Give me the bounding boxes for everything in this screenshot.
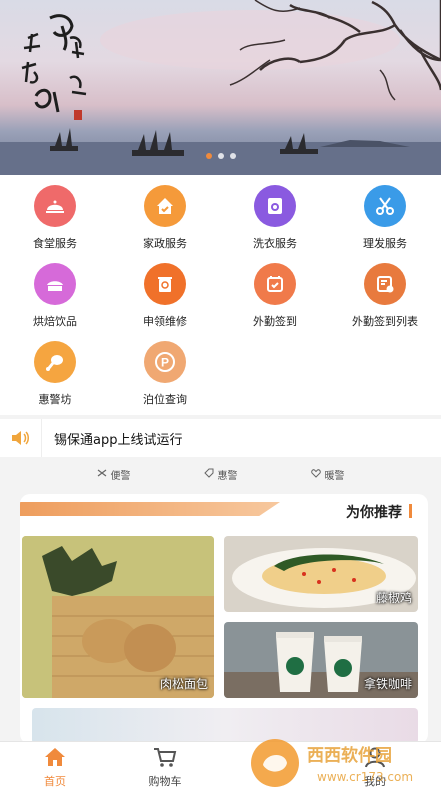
tag-label: 惠警 [217, 470, 238, 482]
list-clock-icon [364, 263, 406, 305]
service-item-field-checkin[interactable]: 外勤签到 [220, 263, 330, 337]
tab-home[interactable]: 首页 [20, 746, 90, 789]
tag-label: 暖警 [324, 470, 345, 482]
recycle-bin-icon [144, 263, 186, 305]
watermark-url: www.cr173.com [317, 770, 413, 784]
recommend-section: 为你推荐 肉松面包 藤椒鸡 拿铁咖啡 [20, 494, 428, 744]
product-card-chicken[interactable]: 藤椒鸡 [224, 536, 418, 612]
service-item-parking[interactable]: P 泊位查询 [110, 341, 220, 415]
service-label: 申领维修 [143, 315, 187, 328]
home-icon [42, 746, 68, 771]
house-icon [144, 185, 186, 227]
service-item-repair[interactable]: 申领维修 [110, 263, 220, 337]
product-name: 肉松面包 [159, 677, 208, 691]
product-card-latte[interactable]: 拿铁咖啡 [224, 622, 418, 698]
cart-icon [152, 746, 178, 771]
product-name: 藤椒鸡 [375, 591, 412, 605]
carousel-dot[interactable] [218, 153, 224, 159]
carousel-dot[interactable] [206, 153, 212, 159]
shuffle-icon [97, 468, 107, 481]
product-name: 拿铁咖啡 [363, 677, 412, 691]
service-item-canteen[interactable]: 食堂服务 [0, 185, 110, 259]
tab-cart[interactable]: 购物车 [130, 746, 200, 789]
service-label: 外勤签到列表 [352, 315, 418, 328]
tag-huijing[interactable]: 惠警 [203, 467, 238, 482]
service-label: 食堂服务 [33, 237, 77, 250]
heart-icon [310, 468, 321, 481]
header-decoration [20, 502, 280, 516]
service-item-bakery[interactable]: 烘焙饮品 [0, 263, 110, 337]
service-item-housekeeping[interactable]: 家政服务 [110, 185, 220, 259]
cloche-icon [34, 185, 76, 227]
service-grid: 食堂服务 家政服务 洗衣服务 理发服务 烘焙饮品 申领维修 外勤签到 外勤签到列… [0, 175, 441, 415]
service-label: 理发服务 [363, 237, 407, 250]
speaker-icon [0, 419, 42, 457]
service-label: 烘焙饮品 [33, 315, 77, 328]
tag-icon [203, 468, 214, 481]
service-label: 泊位查询 [143, 393, 187, 406]
calligraphy-art [21, 14, 87, 120]
section-title: 为你推荐 [346, 505, 402, 521]
service-item-haircut[interactable]: 理发服务 [330, 185, 440, 259]
chicken-leg-icon [34, 341, 76, 383]
tag-nuanjing[interactable]: 暖警 [310, 467, 345, 482]
cake-icon [34, 263, 76, 305]
watermark-logo: 西西软件园 www.cr173.com [251, 739, 413, 787]
service-item-laundry[interactable]: 洗衣服务 [220, 185, 330, 259]
service-label: 家政服务 [143, 237, 187, 250]
service-label: 洗衣服务 [253, 237, 297, 250]
scissors-icon [364, 185, 406, 227]
washing-machine-icon [254, 185, 296, 227]
service-label: 惠警坊 [38, 393, 72, 406]
tab-label: 首页 [44, 775, 66, 788]
product-card-bread[interactable]: 肉松面包 [22, 536, 214, 698]
svg-text:P: P [161, 356, 169, 370]
carousel-indicator [206, 153, 236, 159]
parking-icon: P [144, 341, 186, 383]
service-item-huijingfang[interactable]: 惠警坊 [0, 341, 110, 415]
category-tags: 便警 惠警 暖警 [0, 460, 441, 488]
title-marker [409, 504, 412, 518]
announcement-bar[interactable]: 锡保通app上线试运行 [0, 419, 441, 457]
banner-carousel[interactable] [0, 0, 441, 175]
service-item-checkin-list[interactable]: 外勤签到列表 [330, 263, 440, 337]
tag-label: 便警 [110, 470, 131, 482]
product-image [22, 536, 214, 698]
app-home: { "banner": { "calligraphy": "包吴越太湖多照", … [0, 0, 441, 791]
calendar-check-icon [254, 263, 296, 305]
recommend-header: 为你推荐 [20, 494, 428, 526]
service-label: 外勤签到 [253, 315, 297, 328]
tag-bianjing[interactable]: 便警 [97, 467, 131, 482]
carousel-dot[interactable] [230, 153, 236, 159]
tab-label: 购物车 [148, 775, 182, 788]
announcement-text: 锡保通app上线试运行 [54, 432, 183, 448]
watermark-text: 西西软件园 [307, 745, 392, 766]
